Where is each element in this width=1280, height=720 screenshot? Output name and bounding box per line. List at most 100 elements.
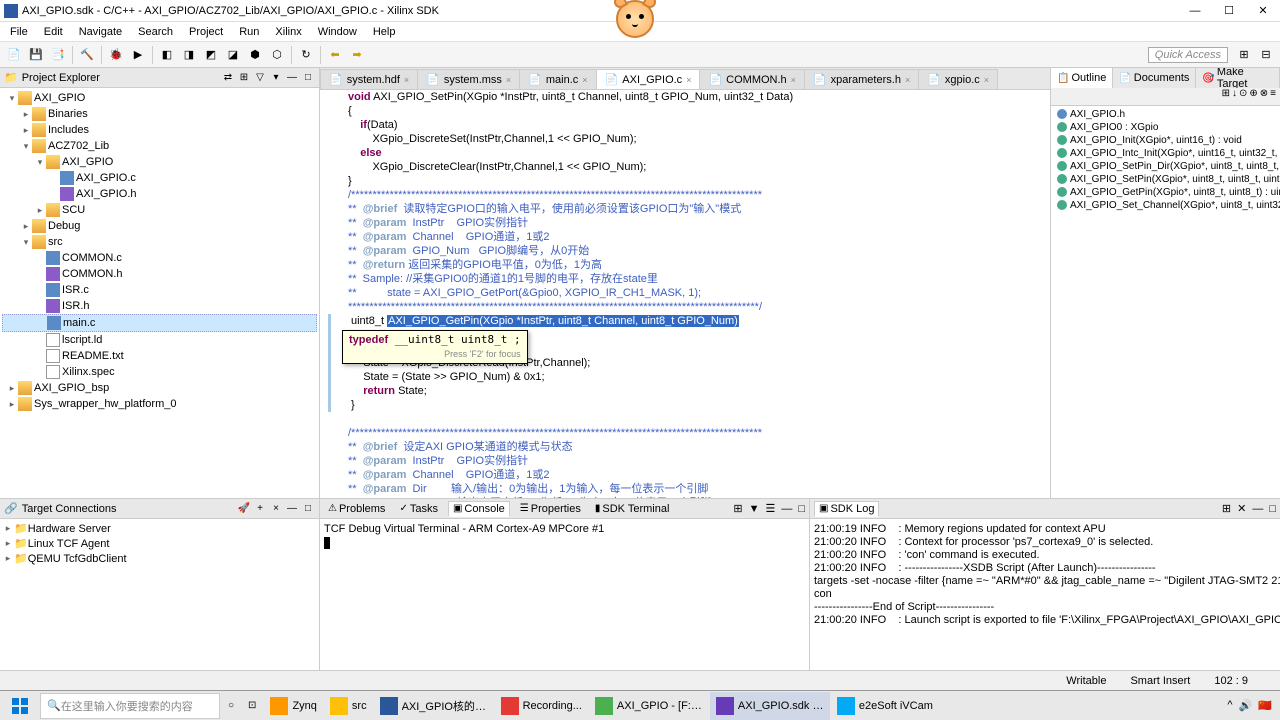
outline-tool-icon[interactable]: ⊞ xyxy=(1222,88,1230,105)
tasks-tab[interactable]: ✓ Tasks xyxy=(395,502,442,516)
console-tab[interactable]: ▣ Console xyxy=(448,501,510,517)
tree-item[interactable]: main.c xyxy=(2,314,317,332)
taskbar-item[interactable]: e2eSoft iVCam xyxy=(831,692,939,720)
editor-tab[interactable]: 📄AXI_GPIO.c× xyxy=(596,69,701,90)
menu-file[interactable]: File xyxy=(4,24,34,40)
tree-item[interactable]: AXI_GPIO.h xyxy=(2,186,317,202)
tree-item[interactable]: ▾ACZ702_Lib xyxy=(2,138,317,154)
tree-item[interactable]: lscript.ld xyxy=(2,332,317,348)
tree-item[interactable]: AXI_GPIO.c xyxy=(2,170,317,186)
quick-access-input[interactable]: Quick Access xyxy=(1148,47,1228,63)
tree-item[interactable]: ISR.c xyxy=(2,282,317,298)
editor-tab[interactable]: 📄xgpio.c× xyxy=(918,69,998,89)
editor-tab[interactable]: 📄main.c× xyxy=(519,69,596,89)
tree-item[interactable]: ▸📁 Linux TCF Agent xyxy=(2,536,317,551)
tree-item[interactable]: ▸Binaries xyxy=(2,106,317,122)
outline-item[interactable]: AXI_GPIO.h xyxy=(1053,108,1278,121)
start-button[interactable] xyxy=(2,692,38,720)
run-button[interactable]: ▶ xyxy=(128,45,148,65)
menu-icon[interactable]: ▾ xyxy=(269,71,283,85)
tree-item[interactable]: ISR.h xyxy=(2,298,317,314)
build-button[interactable]: 🔨 xyxy=(77,45,97,65)
tree-item[interactable]: ▾AXI_GPIO xyxy=(2,154,317,170)
collapse-all-icon[interactable]: ⇄ xyxy=(221,71,235,85)
maximize-icon[interactable]: □ xyxy=(798,503,805,515)
editor-tab[interactable]: 📄system.mss× xyxy=(417,69,520,89)
console-content[interactable]: TCF Debug Virtual Terminal - ARM Cortex-… xyxy=(320,519,809,670)
outline-tool-icon[interactable]: ⊗ xyxy=(1260,88,1268,105)
sdk-log-content[interactable]: 21:00:19 INFO : Memory regions updated f… xyxy=(810,519,1280,670)
tray-icon[interactable]: ^ xyxy=(1227,699,1232,712)
task-view-icon[interactable]: ⊡ xyxy=(242,692,262,720)
taskbar-item[interactable]: AXI_GPIO核的使... xyxy=(374,692,494,720)
tool-icon[interactable]: ◩ xyxy=(201,45,221,65)
minimize-icon[interactable]: — xyxy=(1252,503,1263,515)
tool-icon[interactable]: × xyxy=(269,502,283,516)
tool-icon[interactable]: + xyxy=(253,502,267,516)
save-button[interactable]: 💾 xyxy=(26,45,46,65)
tree-item[interactable]: ▸SCU xyxy=(2,202,317,218)
tool-icon[interactable]: ◧ xyxy=(157,45,177,65)
taskbar-item[interactable]: Zynq xyxy=(264,692,322,720)
tool-icon[interactable]: ✕ xyxy=(1237,502,1246,515)
outline-item[interactable]: AXI_GPIO_SetPin(XGpio*, uint8_t, uint8_t… xyxy=(1053,173,1278,186)
tree-item[interactable]: README.txt xyxy=(2,348,317,364)
minimize-icon[interactable]: — xyxy=(781,503,792,515)
menu-project[interactable]: Project xyxy=(183,24,229,40)
outline-tab[interactable]: 📋 Outline xyxy=(1051,68,1113,88)
new-button[interactable]: 📄 xyxy=(4,45,24,65)
tree-item[interactable]: ▸Debug xyxy=(2,218,317,234)
taskbar-item[interactable]: AXI_GPIO.sdk - C... xyxy=(710,692,830,720)
outline-tool-icon[interactable]: ⊕ xyxy=(1249,88,1257,105)
tree-item[interactable]: ▸Includes xyxy=(2,122,317,138)
tool-icon[interactable]: 🚀 xyxy=(237,502,251,516)
tree-item[interactable]: ▸📁 Hardware Server xyxy=(2,521,317,536)
target-tree[interactable]: ▸📁 Hardware Server ▸📁 Linux TCF Agent ▸📁… xyxy=(0,519,319,670)
tool-icon[interactable]: ⊞ xyxy=(1222,502,1231,515)
tree-item[interactable]: COMMON.c xyxy=(2,250,317,266)
documents-tab[interactable]: 📄 Documents xyxy=(1113,68,1196,88)
console-tool-icon[interactable]: ⊞ xyxy=(733,502,742,515)
minimize-icon[interactable]: — xyxy=(285,502,299,516)
tree-item[interactable]: ▾AXI_GPIO xyxy=(2,90,317,106)
outline-tool-icon[interactable]: ≡ xyxy=(1270,88,1276,105)
tool-icon[interactable]: ◨ xyxy=(179,45,199,65)
debug-button[interactable]: 🐞 xyxy=(106,45,126,65)
problems-tab[interactable]: ⚠ Problems xyxy=(324,502,389,516)
tool-icon[interactable]: ⬡ xyxy=(267,45,287,65)
outline-item[interactable]: AXI_GPIO0 : XGpio xyxy=(1053,121,1278,134)
make-target-tab[interactable]: 🎯 Make Target xyxy=(1196,68,1280,88)
tree-item[interactable]: ▸📁 QEMU TcfGdbClient xyxy=(2,551,317,566)
cortana-icon[interactable]: ○ xyxy=(222,692,240,720)
tree-item[interactable]: Xilinx.spec xyxy=(2,364,317,380)
menu-run[interactable]: Run xyxy=(233,24,265,40)
forward-button[interactable]: ➡ xyxy=(347,45,367,65)
menu-window[interactable]: Window xyxy=(312,24,363,40)
outline-item[interactable]: AXI_GPIO_SetPin_Dir(XGpio*, uint8_t, uin… xyxy=(1053,160,1278,173)
maximize-icon[interactable]: □ xyxy=(1269,503,1276,515)
code-editor[interactable]: void AXI_GPIO_SetPin(XGpio *InstPtr, uin… xyxy=(320,90,1050,498)
tree-item[interactable]: COMMON.h xyxy=(2,266,317,282)
minimize-button[interactable]: — xyxy=(1182,2,1208,20)
search-input[interactable]: 🔍 在这里输入你要搜索的内容 xyxy=(40,693,220,719)
save-all-button[interactable]: 📑 xyxy=(48,45,68,65)
sdk-log-tab[interactable]: ▣ SDK Log xyxy=(814,501,879,517)
editor-tab[interactable]: 📄xparameters.h× xyxy=(804,69,919,89)
outline-tool-icon[interactable]: ↓ xyxy=(1232,88,1237,105)
taskbar-item[interactable]: src xyxy=(324,692,373,720)
back-button[interactable]: ⬅ xyxy=(325,45,345,65)
perspective-icon[interactable]: ⊟ xyxy=(1256,45,1276,65)
outline-list[interactable]: AXI_GPIO.hAXI_GPIO0 : XGpioAXI_GPIO_Init… xyxy=(1051,106,1280,498)
tool-icon[interactable]: ◪ xyxy=(223,45,243,65)
tool-icon[interactable]: ⬢ xyxy=(245,45,265,65)
maximize-button[interactable]: ☐ xyxy=(1216,2,1242,20)
link-editor-icon[interactable]: ⊞ xyxy=(237,71,251,85)
maximize-icon[interactable]: □ xyxy=(301,71,315,85)
tray-icon[interactable]: 🔊 xyxy=(1239,699,1253,712)
outline-item[interactable]: AXI_GPIO_Set_Channel(XGpio*, uint8_t, ui… xyxy=(1053,199,1278,212)
outline-tool-icon[interactable]: ⊙ xyxy=(1239,88,1247,105)
taskbar-item[interactable]: AXI_GPIO - [F:/Xil... xyxy=(589,692,709,720)
close-button[interactable]: ✕ xyxy=(1250,2,1276,20)
minimize-icon[interactable]: — xyxy=(285,71,299,85)
perspective-icon[interactable]: ⊞ xyxy=(1234,45,1254,65)
